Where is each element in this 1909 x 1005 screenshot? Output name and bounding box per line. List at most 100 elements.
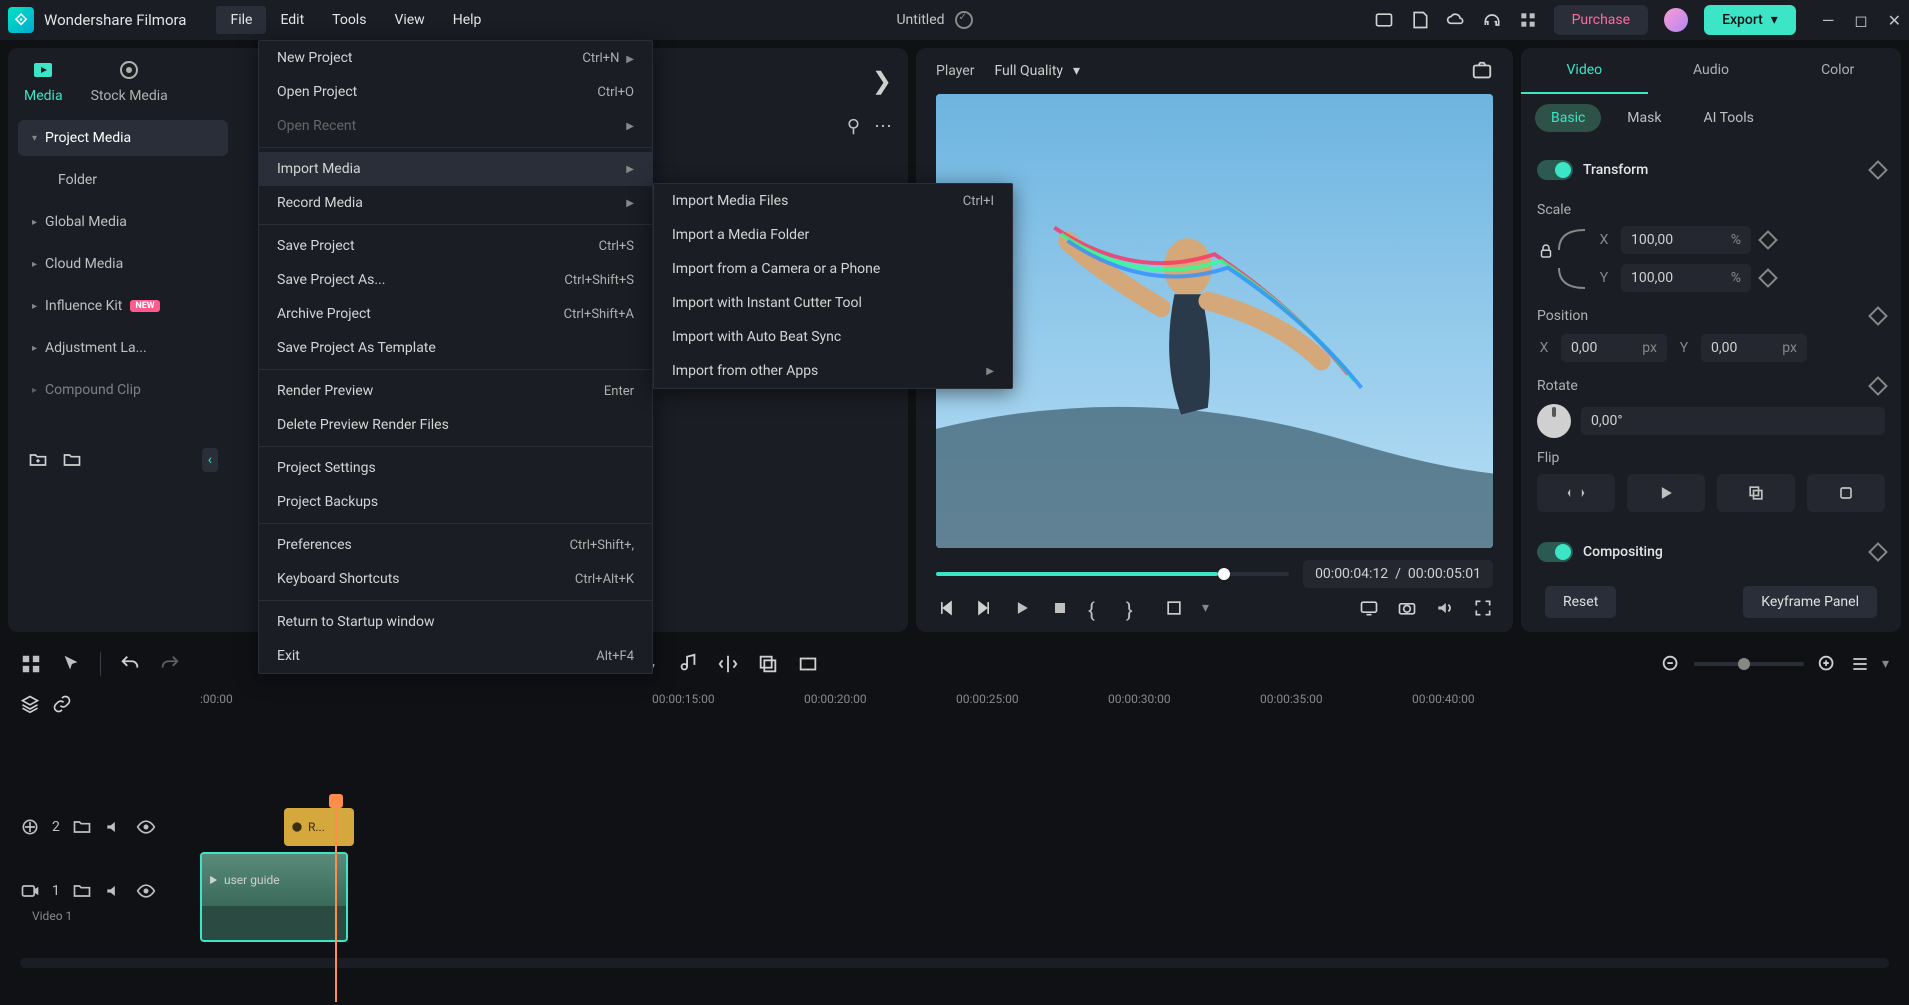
scrub-bar[interactable] [936, 572, 1289, 576]
lock-icon[interactable] [1537, 242, 1555, 260]
submenu-import-camera[interactable]: Import from a Camera or a Phone [654, 252, 1012, 286]
eye-track-icon[interactable] [136, 817, 156, 837]
timeline-scrollbar[interactable] [20, 958, 1889, 968]
menu-project-settings[interactable]: Project Settings [259, 451, 652, 485]
submenu-import-files[interactable]: Import Media FilesCtrl+I [654, 184, 1012, 218]
mute-track-icon[interactable] [104, 817, 124, 837]
chevron-down-icon[interactable]: ▾ [1202, 600, 1209, 616]
new-folder-icon[interactable] [28, 450, 48, 470]
save-icon[interactable] [1410, 10, 1430, 30]
flip-copy-button[interactable] [1717, 474, 1795, 512]
position-keyframe-icon[interactable] [1868, 306, 1888, 326]
fullscreen-icon[interactable] [1473, 598, 1493, 618]
sidebar-influence-kit[interactable]: ▸Influence KitNEW [18, 288, 228, 324]
keyframe-panel-button[interactable]: Keyframe Panel [1743, 586, 1877, 618]
menu-preferences[interactable]: PreferencesCtrl+Shift+, [259, 528, 652, 562]
tab-stock-media[interactable]: Stock Media [91, 58, 168, 104]
menu-help[interactable]: Help [439, 6, 496, 34]
flip-vertical-button[interactable] [1627, 474, 1705, 512]
play-reverse-icon[interactable] [974, 598, 994, 618]
link-icon[interactable] [52, 694, 72, 714]
sidebar-global-media[interactable]: ▸Global Media [18, 204, 228, 240]
mark-in-icon[interactable]: { [1088, 598, 1108, 618]
display-icon[interactable] [1359, 598, 1379, 618]
menu-keyboard-shortcuts[interactable]: Keyboard ShortcutsCtrl+Alt+K [259, 562, 652, 596]
menu-new-project[interactable]: New ProjectCtrl+N ▶ [259, 41, 652, 75]
volume-icon[interactable] [1435, 598, 1455, 618]
more-options-icon[interactable]: ⋯ [874, 116, 892, 137]
filter-icon[interactable]: ⚲ [847, 116, 860, 137]
menu-exit[interactable]: ExitAlt+F4 [259, 639, 652, 673]
stop-icon[interactable] [1050, 598, 1070, 618]
close-button[interactable]: ✕ [1888, 11, 1901, 30]
video-clip[interactable]: user guide [200, 852, 348, 942]
sidebar-project-media[interactable]: ▾Project Media [18, 120, 228, 156]
scale-x-keyframe-icon[interactable] [1758, 230, 1778, 250]
compositing-keyframe-icon[interactable] [1868, 542, 1888, 562]
sync-status-icon[interactable] [955, 11, 973, 29]
transform-keyframe-icon[interactable] [1868, 160, 1888, 180]
camera-icon[interactable] [1397, 598, 1417, 618]
scale-y-input[interactable]: 100,00% [1621, 264, 1751, 292]
menu-file[interactable]: File [216, 6, 266, 34]
sidebar-cloud-media[interactable]: ▸Cloud Media [18, 246, 228, 282]
menu-return-startup[interactable]: Return to Startup window [259, 605, 652, 639]
tab-media[interactable]: Media [24, 58, 63, 104]
rotate-input[interactable]: 0,00° [1581, 407, 1885, 435]
minimize-button[interactable]: — [1822, 11, 1835, 30]
menu-view[interactable]: View [380, 6, 438, 34]
purchase-button[interactable]: Purchase [1554, 5, 1648, 35]
transform-toggle[interactable] [1537, 160, 1573, 180]
duplicate-icon[interactable] [757, 653, 779, 675]
scale-y-keyframe-icon[interactable] [1758, 268, 1778, 288]
eye-track-icon[interactable] [136, 881, 156, 901]
playhead[interactable] [335, 802, 337, 1002]
menu-import-media[interactable]: Import Media▶ [259, 152, 652, 186]
quality-selector[interactable]: Full Quality▾ [994, 63, 1080, 79]
menu-save-project[interactable]: Save ProjectCtrl+S [259, 229, 652, 263]
prop-tab-audio[interactable]: Audio [1648, 48, 1775, 94]
folder-icon[interactable] [62, 450, 82, 470]
list-view-icon[interactable] [1850, 654, 1870, 674]
apps-icon[interactable] [1518, 10, 1538, 30]
mark-out-icon[interactable]: } [1126, 598, 1146, 618]
menu-tools[interactable]: Tools [318, 6, 380, 34]
folder-track-icon[interactable] [72, 881, 92, 901]
frame-icon[interactable] [797, 653, 819, 675]
submenu-import-folder[interactable]: Import a Media Folder [654, 218, 1012, 252]
layers-icon[interactable] [20, 694, 40, 714]
chevron-down-icon[interactable]: ▾ [1882, 656, 1889, 672]
tabs-next-button[interactable]: ❯ [872, 67, 892, 95]
submenu-import-instant-cutter[interactable]: Import with Instant Cutter Tool [654, 286, 1012, 320]
user-avatar[interactable] [1664, 8, 1688, 32]
menu-save-as-template[interactable]: Save Project As Template [259, 331, 652, 365]
subtab-basic[interactable]: Basic [1535, 104, 1601, 132]
menu-delete-preview[interactable]: Delete Preview Render Files [259, 408, 652, 442]
rotate-knob[interactable] [1537, 404, 1571, 438]
sidebar-compound-clip[interactable]: ▸Compound Clip [18, 372, 228, 408]
cloud-icon[interactable] [1446, 10, 1466, 30]
menu-archive-project[interactable]: Archive ProjectCtrl+Shift+A [259, 297, 652, 331]
undo-icon[interactable] [119, 653, 141, 675]
sidebar-folder[interactable]: Folder [18, 162, 228, 198]
menu-edit[interactable]: Edit [266, 6, 318, 34]
effect-clip[interactable]: R... [284, 808, 354, 846]
video-preview[interactable] [936, 94, 1493, 548]
menu-open-project[interactable]: Open ProjectCtrl+O [259, 75, 652, 109]
scale-x-input[interactable]: 100,00% [1621, 226, 1751, 254]
grid-icon[interactable] [20, 653, 42, 675]
prev-frame-icon[interactable] [936, 598, 956, 618]
position-x-input[interactable]: 0,00px [1561, 334, 1667, 362]
mute-track-icon[interactable] [104, 881, 124, 901]
menu-record-media[interactable]: Record Media▶ [259, 186, 652, 220]
reset-button[interactable]: Reset [1545, 586, 1616, 618]
flip-horizontal-button[interactable] [1537, 474, 1615, 512]
subtab-mask[interactable]: Mask [1611, 104, 1677, 132]
maximize-button[interactable]: ◻ [1854, 11, 1867, 30]
menu-render-preview[interactable]: Render PreviewEnter [259, 374, 652, 408]
crop-icon[interactable] [1164, 598, 1184, 618]
headphones-icon[interactable] [1482, 10, 1502, 30]
flip-reset-button[interactable] [1807, 474, 1885, 512]
submenu-import-beat-sync[interactable]: Import with Auto Beat Sync [654, 320, 1012, 354]
layout-icon[interactable] [1374, 10, 1394, 30]
